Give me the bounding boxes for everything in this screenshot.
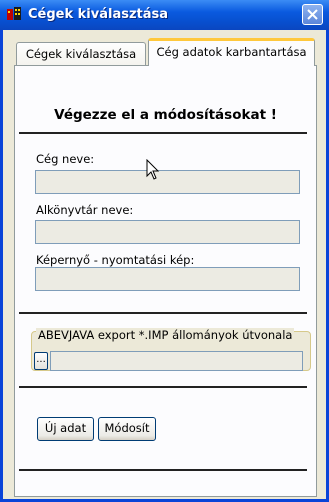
divider xyxy=(19,469,307,471)
subdirectory-name-label: Alkönyvtár neve: xyxy=(36,203,134,217)
close-icon xyxy=(307,9,318,20)
title-bar[interactable]: Cégek kiválasztása xyxy=(0,0,329,30)
subdirectory-name-field[interactable] xyxy=(35,220,300,244)
dialog-window: Cégek kiválasztása Cégek kiválasztása Cé… xyxy=(0,0,329,502)
window-title: Cégek kiválasztása xyxy=(28,7,169,22)
screen-print-image-field[interactable] xyxy=(35,267,300,291)
tab-ceg-adatok-karbantartasa[interactable]: Cég adatok karbantartása xyxy=(148,38,315,66)
browse-button[interactable]: ... xyxy=(34,352,48,370)
divider xyxy=(19,386,307,388)
export-path-label: ABEVJAVA export *.IMP állományok útvonal… xyxy=(36,328,295,342)
dialog-content: Cégek kiválasztása Cég adatok karbantart… xyxy=(3,30,326,499)
modify-button[interactable]: Módosít xyxy=(98,417,156,441)
company-name-field[interactable] xyxy=(35,170,300,194)
company-name-label: Cég neve: xyxy=(36,152,95,166)
tab-cegek-kivalasztasa[interactable]: Cégek kiválasztása xyxy=(16,42,146,66)
form-heading: Végezze el a módosításokat ! xyxy=(54,107,277,123)
divider xyxy=(19,312,307,314)
screen-print-image-label: Képernyő - nyomtatási kép: xyxy=(36,253,195,267)
app-icon xyxy=(7,7,21,20)
new-data-button[interactable]: Új adat xyxy=(37,417,94,441)
mouse-pointer-icon xyxy=(146,159,160,180)
close-button[interactable] xyxy=(302,4,323,25)
export-path-field[interactable] xyxy=(50,351,303,371)
divider xyxy=(19,132,307,134)
